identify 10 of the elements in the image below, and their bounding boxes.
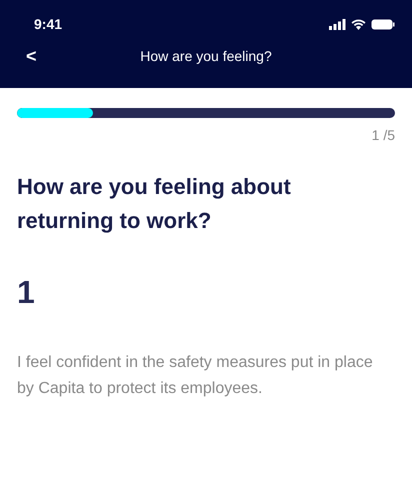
status-time: 9:41 [34, 15, 62, 34]
statement-text: I feel confident in the safety measures put in place by Capita to protect its employees. [17, 353, 374, 399]
signal-icon [329, 19, 346, 30]
wifi-icon [351, 19, 366, 30]
question-heading: How are you feeling about returning to work? [17, 173, 292, 235]
answer-value: 1 [17, 273, 35, 312]
screen-title: How are you feeling? [140, 46, 272, 66]
progress-counter: 1 /5 [372, 126, 395, 145]
back-button[interactable]: < [22, 42, 41, 70]
battery-icon [371, 19, 395, 30]
